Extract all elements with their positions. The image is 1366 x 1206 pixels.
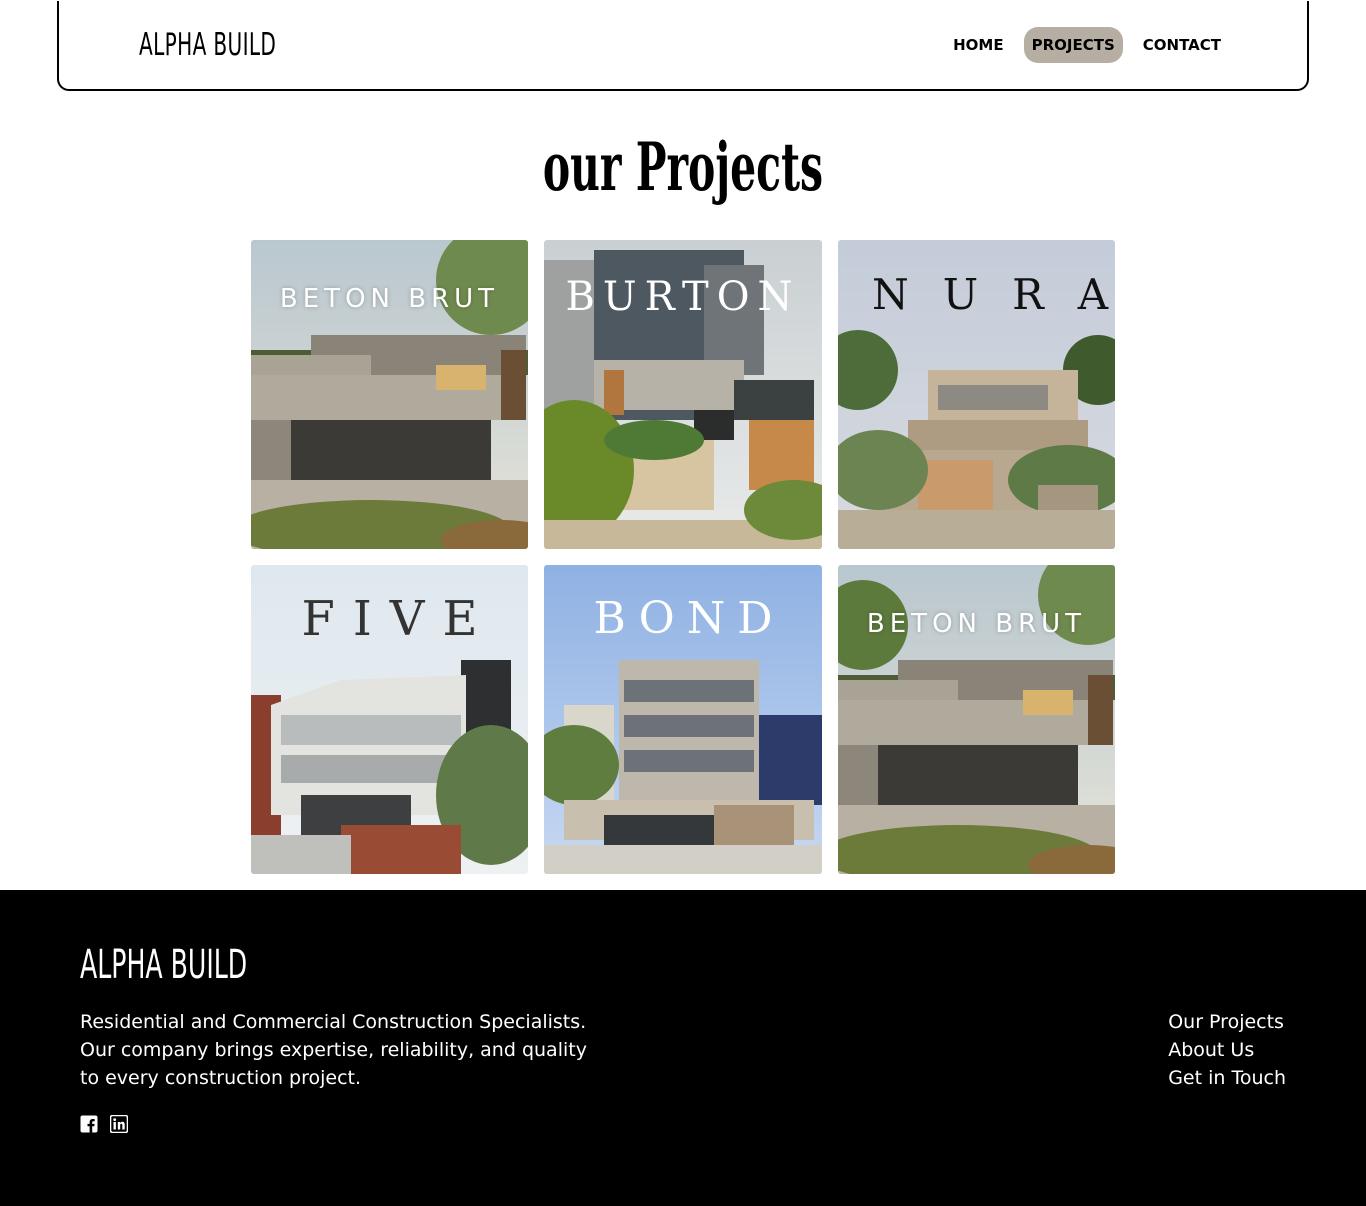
project-card-nura[interactable]: NURA (838, 240, 1115, 549)
facebook-icon[interactable] (80, 1115, 98, 1133)
project-title: FIVE (301, 591, 496, 647)
linkedin-icon[interactable] (110, 1115, 128, 1133)
footer-desc-line: Our company brings expertise, reliabilit… (80, 1039, 587, 1089)
footer-links: Our Projects About Us Get in Touch (1168, 1008, 1286, 1092)
main-nav: HOME PROJECTS CONTACT (945, 27, 1229, 63)
nav-contact[interactable]: CONTACT (1135, 27, 1229, 63)
project-title: BETON BRUT (279, 284, 500, 314)
footer-link-get-in-touch[interactable]: Get in Touch (1168, 1064, 1286, 1092)
nav-home[interactable]: HOME (945, 27, 1011, 63)
footer-desc-line: Residential and Commercial Construction … (80, 1011, 587, 1033)
page-title: our Projects (542, 128, 824, 206)
project-title: BETON BRUT (866, 609, 1087, 639)
project-card-burton[interactable]: BURTON (544, 240, 822, 549)
footer-brand: ALPHA BUILD (80, 942, 248, 988)
social-links (80, 1115, 128, 1133)
project-card-bond[interactable]: BOND (544, 565, 822, 874)
site-footer: ALPHA BUILD Residential and Commercial C… (0, 890, 1366, 1206)
site-header: ALPHA BUILD HOME PROJECTS CONTACT (57, 1, 1309, 91)
footer-link-our-projects[interactable]: Our Projects (1168, 1008, 1286, 1036)
project-title: BURTON (565, 274, 801, 320)
project-card-beton-brut[interactable]: BETON BRUT (251, 240, 528, 549)
project-title: BOND (593, 593, 785, 644)
footer-description: Residential and Commercial Construction … (80, 1008, 600, 1092)
project-grid: BETON BRUT BURTON NUR FIVE BOND BETON BR… (251, 240, 1115, 874)
nav-projects[interactable]: PROJECTS (1023, 27, 1123, 63)
project-title: NURA (872, 270, 1108, 319)
project-card-five[interactable]: FIVE (251, 565, 528, 874)
footer-link-about-us[interactable]: About Us (1168, 1036, 1286, 1064)
brand-logo[interactable]: ALPHA BUILD (139, 27, 276, 63)
project-card-beton-brut-2[interactable]: BETON BRUT (838, 565, 1115, 874)
